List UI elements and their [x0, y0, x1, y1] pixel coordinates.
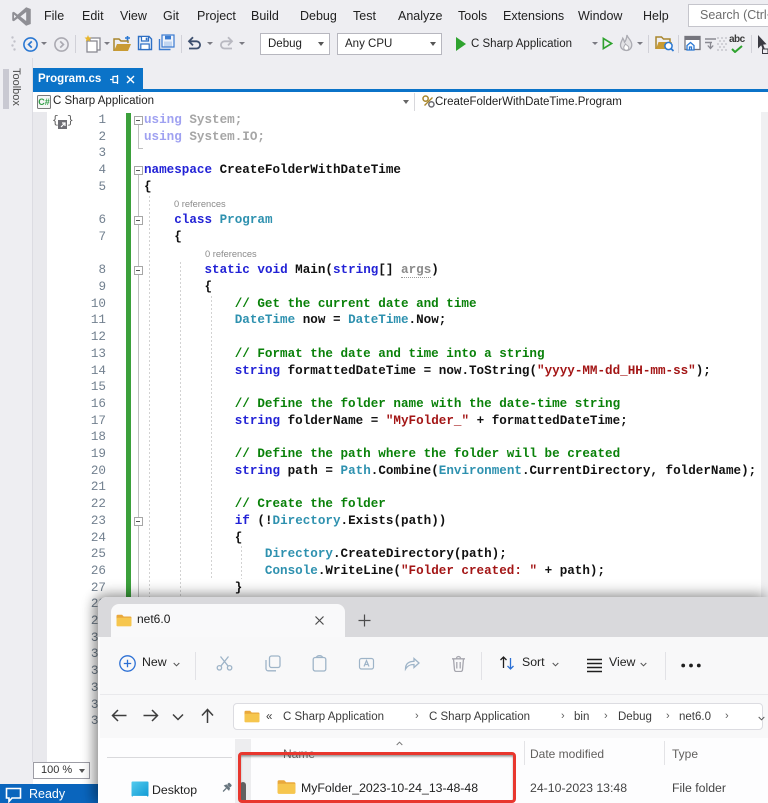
- svg-text:C#: C#: [38, 97, 50, 107]
